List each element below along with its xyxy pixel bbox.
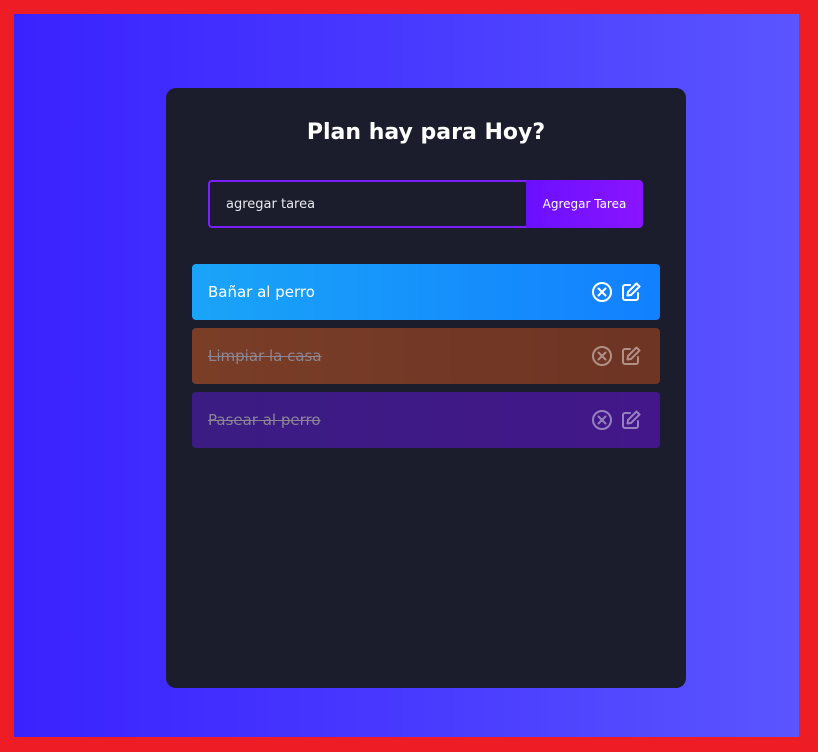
add-task-form: Agregar Tarea bbox=[208, 180, 643, 228]
close-circle-icon[interactable] bbox=[591, 281, 613, 303]
close-circle-icon[interactable] bbox=[591, 409, 613, 431]
page-background: Plan hay para Hoy? Agregar Tarea Bañar a… bbox=[14, 14, 799, 737]
task-text[interactable]: Limpiar la casa bbox=[208, 328, 322, 384]
task-text[interactable]: Bañar al perro bbox=[208, 264, 315, 320]
task-item[interactable]: Limpiar la casa bbox=[192, 328, 660, 384]
task-item[interactable]: Pasear al perro bbox=[192, 392, 660, 448]
page-title: Plan hay para Hoy? bbox=[306, 120, 546, 145]
add-task-button[interactable]: Agregar Tarea bbox=[526, 180, 643, 228]
task-item[interactable]: Bañar al perro bbox=[192, 264, 660, 320]
edit-icon[interactable] bbox=[620, 281, 642, 303]
task-text[interactable]: Pasear al perro bbox=[208, 392, 321, 448]
edit-icon[interactable] bbox=[620, 345, 642, 367]
close-circle-icon[interactable] bbox=[591, 345, 613, 367]
task-input[interactable] bbox=[208, 180, 526, 228]
edit-icon[interactable] bbox=[620, 409, 642, 431]
outer-frame: Plan hay para Hoy? Agregar Tarea Bañar a… bbox=[0, 0, 818, 752]
todo-app-panel: Plan hay para Hoy? Agregar Tarea Bañar a… bbox=[166, 88, 686, 688]
